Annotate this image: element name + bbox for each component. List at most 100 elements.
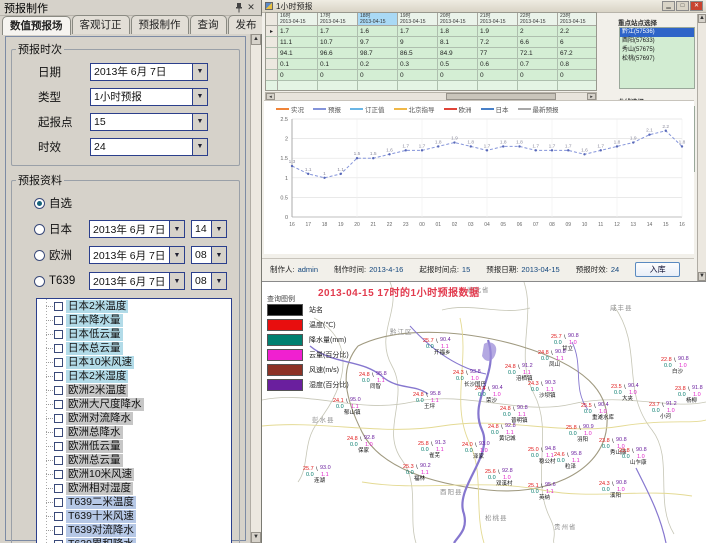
checkbox[interactable] <box>54 512 63 521</box>
grid-cell[interactable]: 98.7 <box>358 48 398 59</box>
grid-cell[interactable] <box>558 81 597 91</box>
panel-vertical-scrollbar[interactable]: ▲ ▼ <box>250 34 261 543</box>
grid-cell[interactable]: 86.5 <box>398 48 438 59</box>
tree-item[interactable]: 日本2米温度 <box>37 299 231 313</box>
radio-欧洲[interactable] <box>34 250 45 261</box>
chevron-down-icon[interactable]: ▼ <box>192 89 207 105</box>
tab-5[interactable]: 发布 <box>228 15 265 34</box>
grid-cell[interactable]: 0.7 <box>518 59 558 70</box>
grid-cell[interactable]: 0 <box>358 70 398 81</box>
scrollbar-thumb[interactable] <box>446 93 556 100</box>
station-list-item[interactable]: 黔江(57536) <box>620 28 694 37</box>
tab-3[interactable]: 预报制作 <box>131 15 189 34</box>
grid-cell[interactable]: 9 <box>398 37 438 48</box>
pin-icon[interactable] <box>233 2 245 14</box>
tree-item[interactable]: 日本10米风速 <box>37 355 231 369</box>
grid-cell[interactable]: 0.3 <box>398 59 438 70</box>
station-list-item[interactable]: 秀山(57675) <box>620 46 694 55</box>
radio-日本[interactable] <box>34 224 45 235</box>
grid-cell[interactable]: 0.1 <box>318 59 358 70</box>
combo-4[interactable]: 24▼ <box>90 138 208 156</box>
scroll-up-icon[interactable]: ▲ <box>251 34 261 45</box>
chevron-down-icon[interactable]: ▼ <box>192 114 207 130</box>
grid-cell[interactable]: 84.9 <box>438 48 478 59</box>
scroll-left-icon[interactable]: ◂ <box>266 93 275 100</box>
grid-cell[interactable]: 0.1 <box>278 59 318 70</box>
grid-cell[interactable]: 0 <box>438 70 478 81</box>
chevron-down-icon[interactable]: ▼ <box>211 247 226 263</box>
grid-column-header[interactable]: 21时2013-04-15 <box>478 13 518 26</box>
window-vertical-scrollbar[interactable]: ▲ ▼ <box>697 14 706 281</box>
checkbox[interactable] <box>54 400 63 409</box>
grid-cell[interactable]: 1.9 <box>478 26 518 37</box>
radio-自选[interactable] <box>34 198 45 209</box>
grid-cell[interactable]: 2 <box>518 26 558 37</box>
chevron-down-icon[interactable]: ▼ <box>192 64 207 80</box>
scroll-down-icon[interactable]: ▼ <box>251 532 261 543</box>
maximize-icon[interactable]: □ <box>676 1 689 11</box>
grid-cell[interactable]: 96.6 <box>318 48 358 59</box>
checkbox[interactable] <box>54 316 63 325</box>
combo-3[interactable]: 15▼ <box>90 113 208 131</box>
close-icon[interactable]: ✕ <box>245 2 257 14</box>
grid-cell[interactable]: 0.5 <box>438 59 478 70</box>
date-combo[interactable]: 2013年 6月 7日▼ <box>89 246 185 264</box>
grid-cell[interactable]: 9.7 <box>358 37 398 48</box>
grid-cell[interactable] <box>438 81 478 91</box>
grid-cell[interactable]: 6.6 <box>518 37 558 48</box>
grid-cell[interactable]: 0 <box>518 70 558 81</box>
checkbox[interactable] <box>54 414 63 423</box>
tree-item[interactable]: T639累积降水 <box>37 537 231 543</box>
grid-cell[interactable]: 0.8 <box>558 59 597 70</box>
checkbox[interactable] <box>54 330 63 339</box>
grid-cell[interactable] <box>398 81 438 91</box>
tree-item[interactable]: 日本2米湿度 <box>37 369 231 383</box>
minimize-icon[interactable]: ▁ <box>662 1 675 11</box>
checkbox[interactable] <box>54 344 63 353</box>
tree-item[interactable]: 欧洲相对湿度 <box>37 481 231 495</box>
tree-item[interactable]: 日本低云量 <box>37 327 231 341</box>
grid-cell[interactable]: 2.2 <box>558 26 597 37</box>
grid-cell[interactable]: 1.7 <box>398 26 438 37</box>
radio-T639[interactable] <box>34 276 45 287</box>
chevron-down-icon[interactable]: ▼ <box>192 139 207 155</box>
grid-column-header[interactable]: 22时2013-04-15 <box>518 13 558 26</box>
tree-item[interactable]: 欧洲10米风速 <box>37 467 231 481</box>
row-selector[interactable] <box>266 37 278 48</box>
tab-2[interactable]: 客观订正 <box>72 15 130 34</box>
row-selector[interactable] <box>266 59 278 70</box>
chevron-down-icon[interactable]: ▼ <box>169 273 184 289</box>
grid-column-header[interactable]: 17时2013-04-15 <box>318 13 358 26</box>
combo-2[interactable]: 1小时预报▼ <box>90 88 208 106</box>
date-combo[interactable]: 2013年 6月 7日▼ <box>89 272 185 290</box>
chevron-down-icon[interactable]: ▼ <box>169 247 184 263</box>
tree-item[interactable]: T639十米风速 <box>37 509 231 523</box>
grid-cell[interactable] <box>478 81 518 91</box>
chevron-down-icon[interactable]: ▼ <box>211 221 226 237</box>
row-selector[interactable] <box>266 48 278 59</box>
row-selector[interactable] <box>266 81 278 91</box>
hour-combo[interactable]: 08▼ <box>191 246 227 264</box>
grid-cell[interactable]: 1.8 <box>438 26 478 37</box>
hour-combo[interactable]: 14▼ <box>191 220 227 238</box>
date-combo[interactable]: 2013年 6月 7日▼ <box>89 220 185 238</box>
checkbox[interactable] <box>54 498 63 507</box>
grid-cell[interactable] <box>278 81 318 91</box>
checkbox[interactable] <box>54 442 63 451</box>
grid-cell[interactable]: 0 <box>278 70 318 81</box>
checkbox[interactable] <box>54 526 63 535</box>
scroll-down-icon[interactable]: ▼ <box>698 272 706 281</box>
save-to-db-button[interactable]: 入库 <box>635 262 680 277</box>
grid-column-header[interactable]: 16时2013-04-15 <box>278 13 318 26</box>
grid-cell[interactable] <box>518 81 558 91</box>
tree-item[interactable]: T639二米温度 <box>37 495 231 509</box>
tree-item[interactable]: T639对流降水 <box>37 523 231 537</box>
grid-cell[interactable]: 0.2 <box>358 59 398 70</box>
tree-item[interactable]: 日本降水量 <box>37 313 231 327</box>
tree-item[interactable]: 欧洲总云量 <box>37 453 231 467</box>
checkbox[interactable] <box>54 372 63 381</box>
checkbox[interactable] <box>54 358 63 367</box>
grid-cell[interactable]: 0 <box>398 70 438 81</box>
checkbox[interactable] <box>54 470 63 479</box>
scroll-up-icon[interactable]: ▲ <box>698 14 706 23</box>
